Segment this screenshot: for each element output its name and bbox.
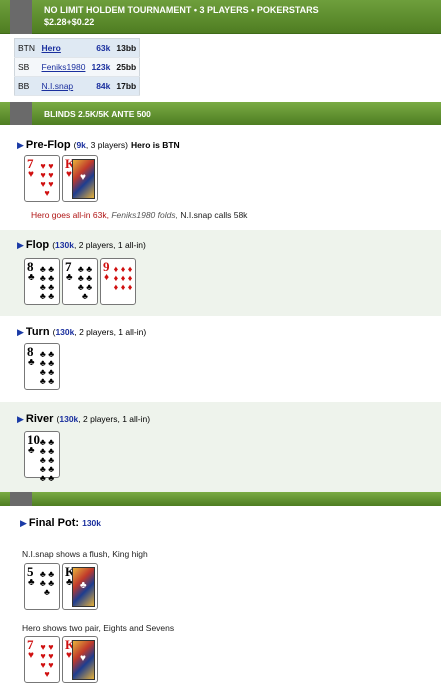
player-position: SB <box>14 57 39 77</box>
buyin-label: $2.28+$0.22 <box>44 17 95 27</box>
card-pips: ♦ ♦ ♦ ♦ ♦ ♦ ♦ ♦ ♦ <box>113 264 133 292</box>
final-pot-title: ▶ Final Pot: 130k <box>20 517 102 529</box>
playing-card: 7 ♥ ♥ ♥ ♥ ♥ ♥ ♥ ♥ <box>24 636 60 683</box>
showdown-text: Hero shows two pair, Eights and Sevens <box>22 623 175 633</box>
player-bb: 17bb <box>113 76 140 96</box>
showdown-cards: 5 ♣ ♣ ♣ ♣ ♣ ♣ K ♣ ♣ <box>24 563 100 610</box>
triangle-right-icon: ▶ <box>20 518 27 528</box>
tournament-title: NO LIMIT HOLDEM TOURNAMENT • 3 PLAYERS •… <box>44 5 319 15</box>
player-stack: 84k <box>88 76 114 96</box>
playing-card: 8 ♣ ♣ ♣ ♣ ♣ ♣ ♣ ♣ ♣ <box>24 258 60 305</box>
board-cards: 8 ♣ ♣ ♣ ♣ ♣ ♣ ♣ ♣ ♣ <box>24 343 62 390</box>
blinds-label: BLINDS 2.5K/5K ANTE 500 <box>44 109 151 119</box>
playing-card: 5 ♣ ♣ ♣ ♣ ♣ ♣ <box>24 563 60 610</box>
card-suit-icon: ♥ <box>28 169 34 180</box>
king-face-icon: ♥ <box>72 640 95 680</box>
playing-card: 8 ♣ ♣ ♣ ♣ ♣ ♣ ♣ ♣ ♣ <box>24 343 60 390</box>
king-face-icon: ♥ <box>72 159 95 199</box>
street-title: ▶ Flop (130k, 2 players, 1 all-in) <box>17 239 146 251</box>
pot-value: 130k <box>82 518 102 528</box>
turn-section: ▶ Turn (130k, 2 players, 1 all-in) 8 ♣ ♣ ♣ … <box>0 316 441 402</box>
river-section: ▶ River (130k, 2 players, 1 all-in) 10 ♣ ♣ … <box>0 402 441 492</box>
hand-header: NO LIMIT HOLDEM TOURNAMENT • 3 PLAYERS •… <box>0 0 441 34</box>
blinds-bar: BLINDS 2.5K/5K ANTE 500 <box>0 102 441 125</box>
board-cards: 10 ♣ ♣ ♣ ♣ ♣ ♣ ♣ ♣ ♣ ♣ ♣ <box>24 431 62 483</box>
triangle-right-icon: ▶ <box>17 240 24 250</box>
players-table: BTN Hero 63k 13bb SB Feniks1980 123k 25b… <box>14 38 141 96</box>
king-face-icon: ♣ <box>72 567 95 607</box>
player-position: BTN <box>14 38 39 58</box>
card-pips: ♣ ♣ ♣ ♣ ♣ ♣ ♣ ♣ <box>39 264 55 301</box>
hero-position-label: Hero is BTN <box>131 140 180 150</box>
card-pips: ♣ ♣ ♣ ♣ ♣ ♣ ♣ ♣ <box>39 349 55 386</box>
player-link-hero[interactable]: Hero <box>42 43 61 53</box>
playing-card: 10 ♣ ♣ ♣ ♣ ♣ ♣ ♣ ♣ ♣ ♣ ♣ <box>24 431 60 483</box>
player-row: BB N.I.snap 84k 17bb <box>14 76 140 96</box>
triangle-right-icon: ▶ <box>17 327 24 337</box>
header-tab <box>10 0 32 34</box>
final-section: ▶ Final Pot: 130k N.I.snap shows a flush,… <box>0 506 441 700</box>
playing-card: K ♣ ♣ <box>62 563 98 610</box>
preflop-actions: Hero goes all-in 63k, Feniks1980 folds, … <box>31 210 248 220</box>
divider-tab <box>10 492 32 506</box>
pot-value: 130k <box>55 327 75 337</box>
card-suit-icon: ♣ <box>66 272 73 283</box>
player-link-feniks1980[interactable]: Feniks1980 <box>42 62 86 72</box>
blinds-tab <box>10 102 32 125</box>
flop-section: ▶ Flop (130k, 2 players, 1 all-in) 8 ♣ ♣ ♣ … <box>0 230 441 316</box>
pot-value: 130k <box>55 240 74 250</box>
player-bb: 13bb <box>113 38 140 58</box>
player-position: BB <box>14 76 39 96</box>
card-suit-icon: ♣ <box>28 445 35 456</box>
street-title: ▶ Pre-Flop (9k, 3 players) Hero is BTN <box>17 139 180 151</box>
player-bb: 25bb <box>113 57 140 77</box>
card-suit-icon: ♦ <box>104 272 110 283</box>
card-pips: ♥ ♥ ♥ ♥ ♥ ♥ ♥ <box>40 161 54 198</box>
playing-card: K ♥ ♥ <box>62 155 98 202</box>
showdown-cards: 7 ♥ ♥ ♥ ♥ ♥ ♥ ♥ ♥ K ♥ ♥ <box>24 636 100 683</box>
player-row: SB Feniks1980 123k 25bb <box>14 57 140 77</box>
playing-card: 7 ♥ ♥ ♥ ♥ ♥ ♥ ♥ ♥ <box>24 155 60 202</box>
card-suit-icon: ♣ <box>28 357 35 368</box>
playing-card: K ♥ ♥ <box>62 636 98 683</box>
showdown-text: N.I.snap shows a flush, King high <box>22 549 148 559</box>
hole-cards: 7 ♥ ♥ ♥ ♥ ♥ ♥ ♥ ♥ K ♥ ♥ <box>24 155 100 202</box>
card-suit-icon: ♣ <box>28 272 35 283</box>
playing-card: 7 ♣ ♣ ♣ ♣ ♣ ♣ ♣ ♣ <box>62 258 98 305</box>
card-pips: ♥ ♥ ♥ ♥ ♥ ♥ ♥ <box>40 642 54 679</box>
street-title: ▶ River (130k, 2 players, 1 all-in) <box>17 413 151 425</box>
card-suit-icon: ♣ <box>28 577 35 588</box>
street-title: ▶ Turn (130k, 2 players, 1 all-in) <box>17 326 147 338</box>
card-suit-icon: ♥ <box>28 650 34 661</box>
section-divider <box>0 492 441 506</box>
triangle-right-icon: ▶ <box>17 414 24 424</box>
player-stack: 123k <box>88 57 114 77</box>
player-row: BTN Hero 63k 13bb <box>14 38 140 58</box>
triangle-right-icon: ▶ <box>17 140 24 150</box>
card-pips: ♣ ♣ ♣ ♣ ♣ ♣ ♣ <box>77 264 93 301</box>
board-cards: 8 ♣ ♣ ♣ ♣ ♣ ♣ ♣ ♣ ♣ 7 ♣ ♣ ♣ ♣ ♣ ♣ ♣ ♣ 9 ♦ ♦ ♦ ♦ … <box>24 258 138 305</box>
card-pips: ♣ ♣ ♣ ♣ ♣ <box>39 569 55 597</box>
player-link-nisnap[interactable]: N.I.snap <box>42 81 74 91</box>
pot-value: 9k <box>76 140 86 150</box>
pot-value: 130k <box>59 414 79 424</box>
player-stack: 63k <box>88 38 114 58</box>
card-pips: ♣ ♣ ♣ ♣ ♣ ♣ ♣ ♣ ♣ ♣ <box>39 437 55 483</box>
playing-card: 9 ♦ ♦ ♦ ♦ ♦ ♦ ♦ ♦ ♦ ♦ <box>100 258 136 305</box>
